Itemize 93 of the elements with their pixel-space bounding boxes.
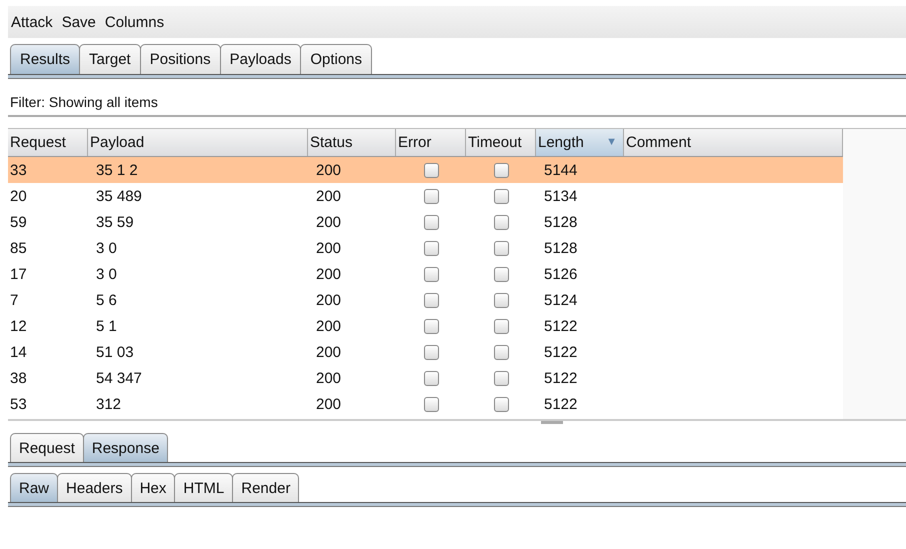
menu-item[interactable]: Save — [62, 14, 96, 30]
table-cell: 5122 — [544, 370, 578, 386]
table-row[interactable]: 7 5 6 200 5124 — [8, 287, 843, 313]
table-row[interactable]: 53 312 200 5122 — [8, 391, 843, 417]
table-cell: 5122 — [544, 318, 578, 334]
checkbox[interactable] — [424, 370, 438, 386]
table-cell: 14 — [10, 344, 27, 360]
table-cell: 5 6 — [96, 292, 117, 308]
table-cell: 3 0 — [96, 240, 117, 256]
table-cell: 200 — [316, 214, 342, 230]
table-cell: 200 — [316, 292, 342, 308]
table-cell: 35 489 — [96, 188, 142, 204]
filter-bar[interactable]: Filter: Showing all items — [8, 89, 906, 117]
tab[interactable]: Raw — [10, 473, 58, 502]
table-row[interactable]: 20 35 489 200 5134 — [8, 183, 843, 209]
checkbox[interactable] — [494, 266, 508, 282]
checkbox[interactable] — [424, 188, 438, 204]
table-cell: 5144 — [544, 162, 578, 178]
tab[interactable]: Hex — [130, 473, 176, 502]
table-row[interactable]: 59 35 59 200 5128 — [8, 209, 843, 235]
table-cell: 5134 — [544, 188, 578, 204]
column-header[interactable]: Payload — [88, 129, 308, 156]
table-cell: 51 03 — [96, 344, 134, 360]
table-cell: 12 — [10, 318, 27, 334]
column-header[interactable]: Status — [308, 129, 396, 156]
checkbox[interactable] — [424, 318, 438, 334]
table-cell: 200 — [316, 396, 342, 412]
tab[interactable]: Target — [79, 44, 141, 74]
tab[interactable]: Results — [10, 44, 80, 74]
table-cell: 200 — [316, 344, 342, 360]
menu-item[interactable]: Columns — [104, 14, 164, 30]
table-cell: 3 0 — [96, 266, 117, 282]
column-header[interactable]: Comment — [624, 129, 843, 156]
table-cell: 200 — [316, 240, 342, 256]
checkbox[interactable] — [424, 214, 438, 230]
table-row[interactable]: 85 3 0 200 5128 — [8, 235, 843, 261]
checkbox[interactable] — [494, 214, 508, 230]
table-cell: 5126 — [544, 266, 578, 282]
table-row[interactable]: 17 3 0 200 5126 — [8, 261, 843, 287]
table-cell: 5128 — [544, 240, 578, 256]
table-row[interactable]: 14 51 03 200 5122 — [8, 339, 843, 365]
checkbox[interactable] — [494, 162, 508, 178]
tab[interactable]: Payloads — [220, 44, 302, 74]
table-cell: 59 — [10, 214, 27, 230]
table-row[interactable]: 38 54 347 200 5122 — [8, 365, 843, 391]
table-cell: 85 — [10, 240, 27, 256]
table-row[interactable]: 12 5 1 200 5122 — [8, 313, 843, 339]
table-cell: 35 59 — [96, 214, 134, 230]
tab[interactable]: Headers — [57, 473, 132, 502]
table-cell: 200 — [316, 188, 342, 204]
menu-item[interactable]: Attack — [11, 14, 53, 30]
checkbox[interactable] — [424, 396, 438, 412]
checkbox[interactable] — [424, 240, 438, 256]
tab[interactable]: Positions — [140, 44, 221, 74]
tab[interactable]: Options — [300, 44, 372, 74]
checkbox[interactable] — [494, 396, 508, 412]
checkbox[interactable] — [494, 292, 508, 308]
table-cell: 53 — [10, 396, 27, 412]
table-cell: 200 — [316, 162, 342, 178]
table-cell: 20 — [10, 188, 27, 204]
checkbox[interactable] — [494, 188, 508, 204]
checkbox[interactable] — [424, 162, 438, 178]
column-header[interactable]: Request — [8, 129, 88, 156]
table-cell: 200 — [316, 318, 342, 334]
table-cell: 54 347 — [96, 370, 142, 386]
table-cell: 38 — [10, 370, 27, 386]
checkbox[interactable] — [424, 292, 438, 308]
column-header[interactable]: Length ▼ — [536, 129, 624, 156]
table-row[interactable]: 33 35 1 2 200 5144 — [8, 157, 843, 183]
table-cell: 35 1 2 — [96, 162, 138, 178]
checkbox[interactable] — [494, 344, 508, 360]
table-cell: 33 — [10, 162, 27, 178]
table-cell: 5124 — [544, 292, 578, 308]
tab[interactable]: HTML — [174, 473, 234, 502]
checkbox[interactable] — [424, 266, 438, 282]
checkbox[interactable] — [494, 370, 508, 386]
table-cell: 5 1 — [96, 318, 117, 334]
table-cell: 5122 — [544, 344, 578, 360]
column-header[interactable]: Error — [396, 129, 466, 156]
table-cell: 17 — [10, 266, 27, 282]
checkbox[interactable] — [494, 318, 508, 334]
table-cell: 200 — [316, 370, 342, 386]
table-cell: 5128 — [544, 214, 578, 230]
table-cell: 5122 — [544, 396, 578, 412]
table-cell: 7 — [10, 292, 18, 308]
checkbox[interactable] — [494, 240, 508, 256]
tab[interactable]: Response — [82, 433, 168, 462]
table-cell: 200 — [316, 266, 342, 282]
splitter-handle[interactable] — [541, 421, 563, 424]
table-cell: 312 — [96, 396, 122, 412]
tab[interactable]: Render — [232, 473, 300, 502]
tab[interactable]: Request — [10, 433, 84, 462]
checkbox[interactable] — [424, 344, 438, 360]
